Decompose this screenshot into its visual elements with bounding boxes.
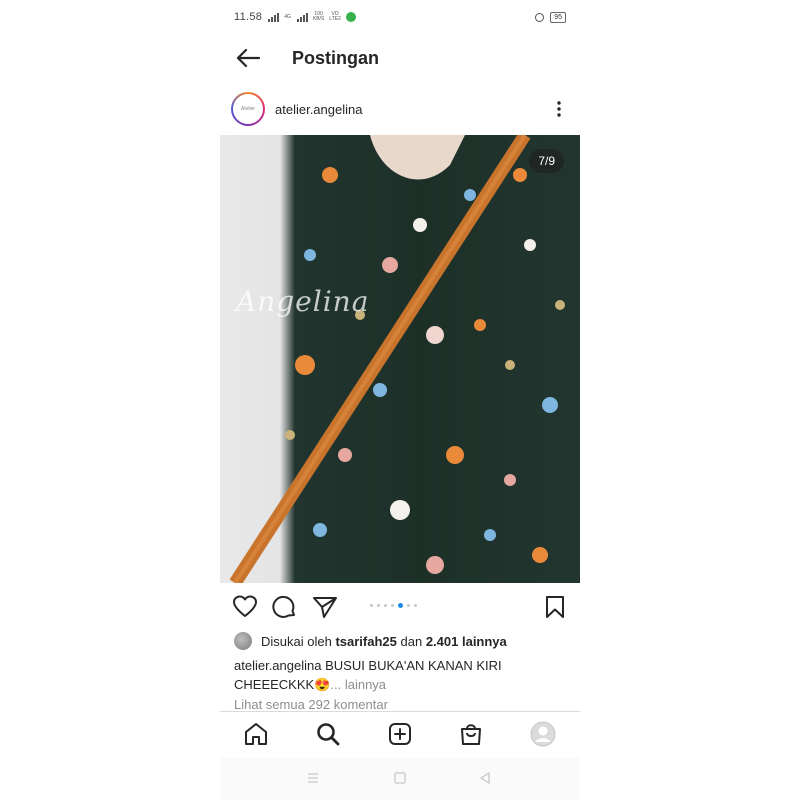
caption-more-link[interactable]: ... lainnya [330,677,386,692]
status-time: 11.58 [234,11,263,23]
author-avatar[interactable]: Atelier [231,92,265,126]
arrow-left-icon[interactable] [234,46,262,70]
carousel-dots [370,603,417,608]
carousel-dot [391,604,394,607]
caption-username[interactable]: atelier.angelina [234,658,321,673]
search-icon[interactable] [315,721,341,747]
post-caption: atelier.angelina BUSUI BUKA'AN KANAN KIR… [234,656,566,694]
signal-2-icon [296,12,308,22]
header-bar: Postingan [220,40,580,76]
view-comments-link[interactable]: Lihat semua 292 komentar [234,697,388,712]
author-username[interactable]: atelier.angelina [275,102,362,117]
carousel-dot [414,604,417,607]
floral-dress-photo [229,135,565,583]
liker-avatar [234,632,252,650]
avatar-logo: Atelier [233,94,263,124]
image-counter-badge: 7/9 [529,149,564,173]
bookmark-icon[interactable] [542,594,568,620]
signal-icon [268,12,280,22]
profile-avatar-icon[interactable] [530,721,556,747]
whatsapp-icon [345,12,356,22]
shop-bag-icon[interactable] [458,721,484,747]
network-label: 4G [284,13,291,20]
back-triangle-icon[interactable] [478,771,492,785]
likes-count[interactable]: 2.401 lainnya [426,634,507,649]
image-watermark: Angelina [236,285,370,318]
carousel-dot [370,604,373,607]
heart-icon[interactable] [232,594,258,620]
likes-line[interactable]: Disukai oleh tsarifah25 dan 2.401 lainny… [234,632,566,650]
add-post-icon[interactable] [387,721,413,747]
speed-unit: KB/S [312,16,325,22]
home-square-icon[interactable] [393,771,407,785]
carousel-dot-active [398,603,403,608]
phone-screen: 11.58 4G 100 KB/S VO LTE2 95 Postingan A… [220,0,580,800]
send-icon[interactable] [312,594,338,620]
battery-indicator: 95 [550,11,566,23]
alarm-icon [535,12,545,22]
status-bar: 11.58 4G 100 KB/S VO LTE2 95 [234,8,566,26]
likes-mid: dan [400,633,423,649]
carousel-dot [407,604,410,607]
menu-icon[interactable] [306,771,320,785]
more-vertical-icon[interactable] [556,100,562,118]
system-nav-bar [220,758,580,800]
network-type-2: LTE2 [329,16,341,22]
carousel-dot [377,604,380,607]
home-icon[interactable] [243,721,269,747]
likes-user[interactable]: tsarifah25 [335,634,396,649]
page-title: Postingan [292,48,380,68]
likes-prefix: Disukai oleh [261,633,332,649]
network-indicator: 4G [284,13,291,20]
post-author-row: Atelier atelier.angelina [220,90,580,130]
bottom-nav [220,712,580,758]
post-image[interactable]: 7/9 Angelina [220,135,580,583]
carousel-dot [384,604,387,607]
network-speed: 100 KB/S [313,12,324,22]
network-type: VO LTE2 [329,12,341,22]
comment-icon[interactable] [272,594,298,620]
post-actions [220,590,580,622]
